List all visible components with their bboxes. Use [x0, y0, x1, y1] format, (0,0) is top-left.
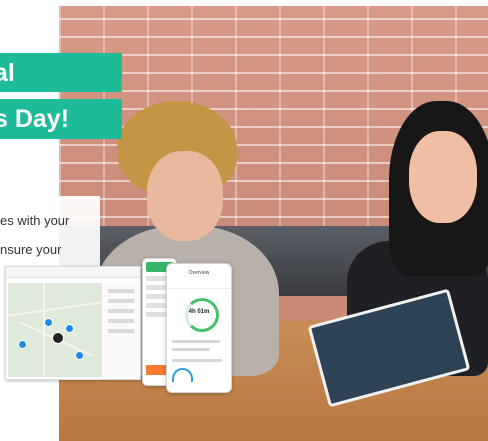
left-person-face: [147, 151, 223, 241]
map-pin-icon: [44, 318, 53, 327]
right-person-face: [409, 131, 477, 223]
mobile-header: [167, 264, 231, 289]
banner-line-2: s Day!: [0, 99, 122, 139]
map-pin-icon: [18, 340, 27, 349]
location-pin-icon: [52, 332, 64, 344]
banner-line-2-text: s Day!: [0, 105, 70, 133]
banner-line-1-text: al: [0, 59, 15, 87]
mobile-overview-screenshot: Overview 4h 01m: [166, 263, 232, 393]
summary-row: [172, 348, 210, 351]
progress-ring: [185, 298, 219, 332]
recent-projects-row: [172, 359, 222, 362]
mobile-title: Overview: [188, 270, 210, 276]
banner-line-1: al: [0, 53, 122, 92]
location-list: [104, 283, 138, 377]
body-text-line-1: es with your: [0, 213, 70, 228]
body-text-line-2: nsure your: [0, 242, 62, 257]
map-pin-icon: [65, 324, 74, 333]
summary-row: [172, 340, 220, 343]
map-pin-icon: [75, 351, 84, 360]
desktop-toolbar: [6, 267, 140, 278]
map-view: [8, 283, 102, 377]
desktop-map-screenshot: [5, 266, 141, 380]
tracked-time: 4h 01m: [188, 309, 210, 315]
project-gauge-icon: [172, 368, 193, 382]
